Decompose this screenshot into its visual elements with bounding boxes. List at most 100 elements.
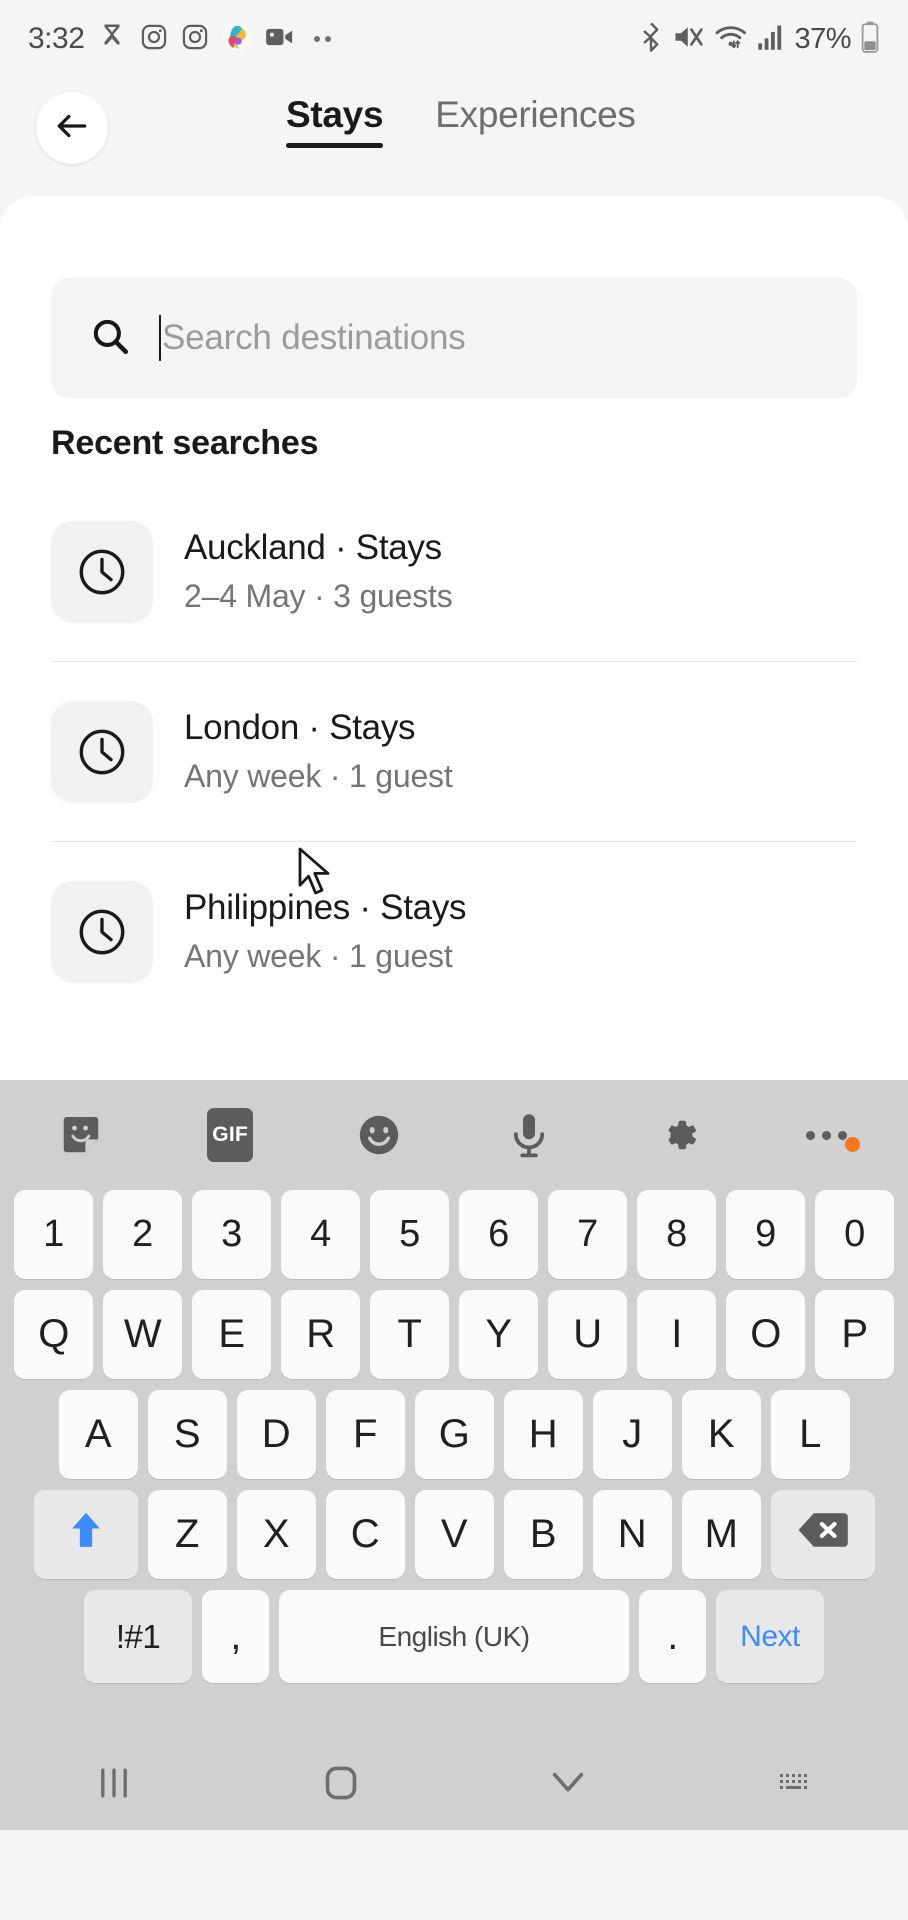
recent-searches-list: Auckland · Stays 2–4 May · 3 guests Lond… xyxy=(0,482,908,1022)
key-f[interactable]: F xyxy=(325,1390,405,1479)
emoji-icon[interactable] xyxy=(340,1111,418,1159)
list-item-title: Philippines · Stays xyxy=(184,887,467,927)
notification-badge-dot xyxy=(844,1136,860,1152)
battery-icon xyxy=(860,21,880,58)
key-j[interactable]: J xyxy=(592,1390,672,1479)
key-l[interactable]: L xyxy=(770,1390,850,1479)
status-bar-right: 37% xyxy=(638,21,880,58)
key-h[interactable]: H xyxy=(503,1390,583,1479)
search-icon xyxy=(89,315,131,362)
key-w[interactable]: W xyxy=(103,1290,182,1379)
shift-key[interactable] xyxy=(33,1490,138,1579)
backspace-icon xyxy=(797,1510,849,1560)
keyboard-row-space: !#1 , English (UK) . Next xyxy=(0,1590,908,1683)
key-u[interactable]: U xyxy=(548,1290,627,1379)
status-bar: 3:32 37% xyxy=(0,0,908,78)
list-item-text: London · Stays Any week · 1 guest xyxy=(184,707,453,797)
key-p[interactable]: P xyxy=(815,1290,894,1379)
next-key[interactable]: Next xyxy=(716,1590,824,1683)
tab-stays[interactable]: Stays xyxy=(286,94,384,148)
keyboard-row-home: A S D F G H J K L xyxy=(0,1390,908,1479)
key-a[interactable]: A xyxy=(58,1390,138,1479)
list-item-subtitle: Any week · 1 guest xyxy=(184,937,453,974)
key-5[interactable]: 5 xyxy=(370,1190,449,1279)
period-key[interactable]: . xyxy=(639,1590,706,1683)
key-x[interactable]: X xyxy=(236,1490,316,1579)
clock-icon xyxy=(51,881,153,983)
key-q[interactable]: Q xyxy=(14,1290,93,1379)
backspace-key[interactable] xyxy=(770,1490,875,1579)
key-7[interactable]: 7 xyxy=(548,1190,627,1279)
key-6[interactable]: 6 xyxy=(459,1190,538,1279)
recents-icon xyxy=(96,1767,132,1804)
list-item-text: Philippines · Stays Any week · 1 guest xyxy=(184,887,467,977)
clock-icon xyxy=(51,521,153,623)
key-3[interactable]: 3 xyxy=(192,1190,271,1279)
key-4[interactable]: 4 xyxy=(281,1190,360,1279)
keyboard-row-bottom: Z X C V B N M xyxy=(0,1490,908,1579)
key-d[interactable]: D xyxy=(236,1390,316,1479)
key-b[interactable]: B xyxy=(503,1490,583,1579)
key-z[interactable]: Z xyxy=(147,1490,227,1579)
microphone-icon[interactable] xyxy=(490,1111,568,1159)
key-1[interactable]: 1 xyxy=(14,1190,93,1279)
key-i[interactable]: I xyxy=(637,1290,716,1379)
back-chevron-button[interactable] xyxy=(454,1768,681,1803)
back-arrow-icon xyxy=(53,107,91,150)
key-n[interactable]: N xyxy=(592,1490,672,1579)
recent-searches-title: Recent searches xyxy=(51,424,319,462)
key-2[interactable]: 2 xyxy=(103,1190,182,1279)
list-item[interactable]: Philippines · Stays Any week · 1 guest xyxy=(0,842,908,1022)
key-s[interactable]: S xyxy=(147,1390,227,1479)
key-r[interactable]: R xyxy=(281,1290,360,1379)
back-chevron-icon xyxy=(548,1768,588,1803)
home-button[interactable] xyxy=(227,1764,454,1807)
copilot-icon xyxy=(222,22,252,57)
key-m[interactable]: M xyxy=(681,1490,761,1579)
status-clock: 3:32 xyxy=(28,22,85,55)
wifi-icon xyxy=(714,23,748,56)
system-nav-bar xyxy=(0,1740,908,1830)
key-g[interactable]: G xyxy=(414,1390,494,1479)
tab-experiences[interactable]: Experiences xyxy=(435,94,636,136)
settings-gear-icon[interactable] xyxy=(639,1111,717,1159)
list-item[interactable]: Auckland · Stays 2–4 May · 3 guests xyxy=(0,482,908,662)
instagram-icon xyxy=(140,23,168,56)
gif-label: GIF xyxy=(207,1108,254,1162)
comma-key[interactable]: , xyxy=(202,1590,269,1683)
hourglass-icon xyxy=(97,22,127,57)
list-item-subtitle: Any week · 1 guest xyxy=(184,757,453,794)
key-k[interactable]: K xyxy=(681,1390,761,1479)
keyboard-row-top: Q W E R T Y U I O P xyxy=(0,1290,908,1379)
shift-arrow-icon xyxy=(63,1507,109,1563)
on-screen-keyboard: GIF 1 2 3 4 5 6 7 8 9 0 Q W E R T Y U I … xyxy=(0,1080,908,1830)
recents-button[interactable] xyxy=(0,1767,227,1804)
key-8[interactable]: 8 xyxy=(637,1190,716,1279)
gif-icon[interactable]: GIF xyxy=(191,1108,269,1162)
list-item[interactable]: London · Stays Any week · 1 guest xyxy=(0,662,908,842)
symbols-key[interactable]: !#1 xyxy=(84,1590,192,1683)
phone-screen: 3:32 37% Stays Experiences Search destin… xyxy=(0,0,908,1920)
overflow-menu-icon[interactable] xyxy=(788,1130,866,1152)
key-y[interactable]: Y xyxy=(459,1290,538,1379)
back-button[interactable] xyxy=(36,92,108,164)
search-input[interactable]: Search destinations xyxy=(51,278,857,398)
key-e[interactable]: E xyxy=(192,1290,271,1379)
keyboard-row-numbers: 1 2 3 4 5 6 7 8 9 0 xyxy=(0,1190,908,1279)
key-c[interactable]: C xyxy=(325,1490,405,1579)
battery-percent-label: 37% xyxy=(794,22,851,55)
key-o[interactable]: O xyxy=(726,1290,805,1379)
three-dots xyxy=(806,1130,848,1140)
key-9[interactable]: 9 xyxy=(726,1190,805,1279)
bluetooth-icon xyxy=(638,22,664,57)
space-key[interactable]: English (UK) xyxy=(279,1590,629,1683)
search-sheet: Search destinations Recent searches Auck… xyxy=(0,196,908,1086)
key-0[interactable]: 0 xyxy=(815,1190,894,1279)
mute-icon xyxy=(673,23,705,56)
hide-keyboard-button[interactable] xyxy=(681,1769,908,1802)
key-t[interactable]: T xyxy=(370,1290,449,1379)
text-caret xyxy=(159,315,161,361)
status-bar-left: 3:32 xyxy=(28,22,332,57)
sticker-icon[interactable] xyxy=(42,1112,120,1158)
key-v[interactable]: V xyxy=(414,1490,494,1579)
